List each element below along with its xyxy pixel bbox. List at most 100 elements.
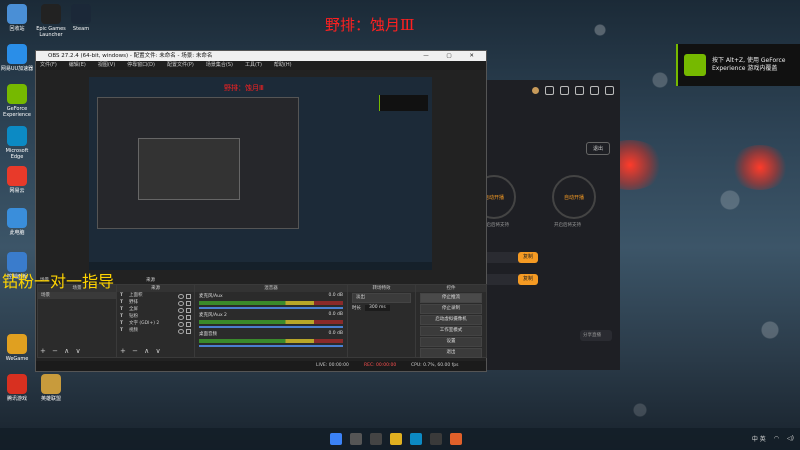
desktop-icon[interactable]: GeForce Experience [0,84,34,118]
obs-window: OBS 27.2.4 (64-bit, windows) - 配置文件: 未命名… [35,50,487,372]
controls-list: 停止推流 停止录制 启动虚拟摄像机 工作室模式 设置 退出 [416,293,486,358]
source-item[interactable]: T 视频 [117,327,194,334]
window-controls[interactable]: — ▢ ✕ [423,51,482,61]
steam-icon [71,4,91,24]
avatar[interactable] [532,86,539,94]
desktop-icon[interactable]: Steam [64,4,98,32]
desktop-icon[interactable]: 腾讯游戏 [0,374,34,402]
scene-item[interactable]: 场景 [38,292,116,299]
desktop-icon[interactable]: 英雄联盟 [34,374,68,402]
mixer-channel-level: 0.0 dB [328,312,343,317]
desktop-icon[interactable]: 网易UU加速器 [0,44,34,72]
lock-icon[interactable] [560,85,569,95]
volume-slider[interactable] [199,307,343,309]
menu-item[interactable]: 场景集合(S) [206,61,233,70]
edge-icon[interactable] [410,433,422,445]
tencent-icon [7,374,27,394]
text-source-icon: T [120,321,124,326]
volume-icon[interactable]: ◁) [787,435,794,442]
edge-icon [7,126,27,146]
app-taskbar-icon[interactable] [450,433,462,445]
text-source-icon: T [120,300,124,305]
source-item[interactable]: T 全屏 [117,306,194,313]
source-item[interactable]: T 钻粉 [117,313,194,320]
source-item[interactable]: T 上面积 [117,292,194,299]
control-button[interactable]: 启动虚拟摄像机 [420,315,482,325]
mixer-channel-level: 0.0 dB [328,331,343,336]
eye-icon[interactable] [178,329,184,334]
desktop-icon-label: 网易UU加速器 [0,66,34,72]
car-taillight-right [730,145,790,190]
menu-item[interactable]: 编辑(E) [69,61,86,70]
sources-header: 来源 [146,278,155,283]
copy-button-2[interactable]: 复制 [518,274,538,285]
scene-tools[interactable]: + − ∧ ∨ [40,347,83,355]
nvidia-overlay-toast[interactable]: 按下 Alt+Z, 使用 GeForce Experience 游戏内覆盖 [676,44,800,86]
mixer-channel: 麦克风/Aux 0.0 dB [195,292,347,311]
duration-label: 时长 [352,306,361,311]
mixer-panel: 混音器 麦克风/Aux 0.0 dB 麦克风/Aux 2 0.0 dB 桌面音频 0.0 … [194,284,348,358]
menu-item[interactable]: 停靠窗口(D) [127,61,155,70]
menu-item[interactable]: 帮助(H) [274,61,292,70]
menu-item[interactable]: 视图(V) [98,61,115,70]
computer-icon [7,208,27,228]
bell-icon[interactable] [590,85,599,95]
text-source-icon: T [120,307,124,312]
auto-stream-right-circle[interactable]: 自动开播 [552,175,596,219]
volume-meter [199,320,343,324]
control-button[interactable]: 停止录制 [420,304,482,314]
obs-taskbar-icon[interactable] [430,433,442,445]
mixer-list: 麦克风/Aux 0.0 dB 麦克风/Aux 2 0.0 dB 桌面音频 0.0 dB [195,292,347,349]
volume-slider[interactable] [199,345,343,347]
desktop-icon[interactable]: Epic Games Launcher [34,4,68,38]
recycle-bin-icon [7,4,27,24]
message-icon[interactable] [575,85,584,95]
wegame-icon [7,334,27,354]
duration-input[interactable]: 300 ms [365,305,390,311]
menu-item[interactable]: 文件(F) [40,61,57,70]
lock-icon[interactable] [186,329,191,334]
control-button[interactable]: 停止推流 [420,293,482,303]
source-item[interactable]: T 野排 [117,299,194,306]
copy-button-1[interactable]: 复制 [518,252,538,263]
desktop-icon[interactable]: WeGame [0,334,34,362]
gift-icon[interactable] [545,85,554,95]
wifi-icon[interactable]: ◠ [774,435,779,442]
obs-title-bar: OBS 27.2.4 (64-bit, windows) - 配置文件: 未命名… [36,51,486,61]
control-button[interactable]: 退出 [420,348,482,358]
nested-obs-preview [97,97,299,229]
start-button[interactable] [330,433,342,445]
task-view-icon[interactable] [370,433,382,445]
desktop-icon[interactable]: 网易云 [0,166,34,194]
file-explorer-icon[interactable] [390,433,402,445]
control-button[interactable]: 工作室模式 [420,326,482,336]
desktop-icon-label: 英雄联盟 [40,396,61,402]
tray-language[interactable]: 中 英 [752,434,766,443]
source-label: 上面积 [129,293,143,298]
source-label: 野排 [129,300,138,305]
volume-slider[interactable] [199,326,343,328]
menu-item[interactable]: 配置文件(P) [167,61,194,70]
source-tools[interactable]: + − ∧ ∨ [120,347,163,355]
transition-select[interactable]: 淡出 [352,293,411,303]
nested-taskbar [89,262,432,270]
lol-icon [41,374,61,394]
exit-button[interactable]: 退出 [586,142,611,155]
control-button[interactable]: 设置 [420,337,482,347]
desktop-icon[interactable]: 此电脑 [0,208,34,236]
menu-item[interactable]: 工具(T) [245,61,262,70]
settings-icon[interactable] [605,85,614,95]
share-label: 分享直播 [583,333,601,338]
obs-preview[interactable]: 野排：蚀月Ⅲ [89,77,432,270]
desktop-icon[interactable]: 回收站 [0,4,34,32]
source-label: 全屏 [129,307,138,312]
overlay-top-title: 野排：蚀月Ⅲ [325,16,415,34]
search-icon[interactable] [350,433,362,445]
mixer-channel-name: 麦克风/Aux [199,294,223,299]
text-source-icon: T [120,328,124,333]
mixer-panel-header: 混音器 [195,285,347,292]
desktop-icon[interactable]: Microsoft Edge [0,126,34,160]
system-tray[interactable]: 中 英 ◠ ◁) [752,434,794,443]
source-label: 钻粉 [129,314,138,319]
source-item[interactable]: T 文字 (GDI+) 2 [117,320,194,327]
